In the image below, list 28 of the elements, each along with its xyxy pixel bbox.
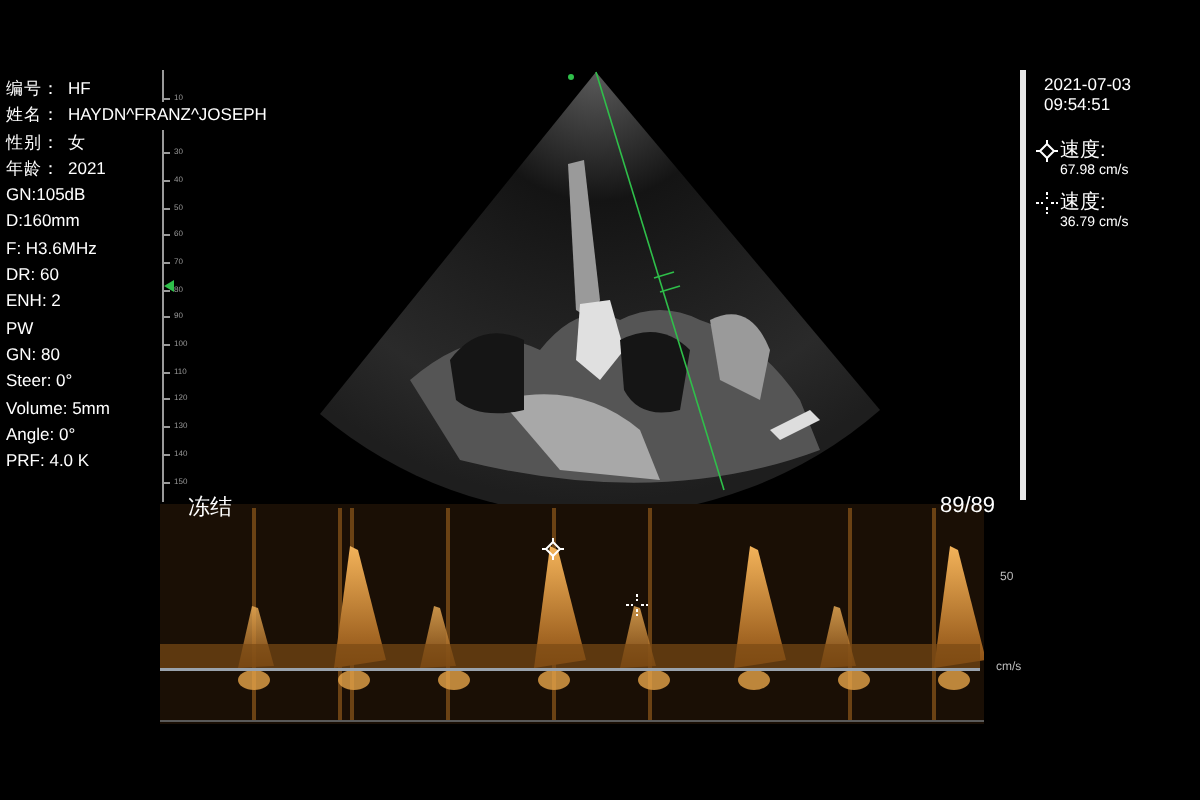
time-text: 09:54:51 — [1042, 94, 1113, 114]
scan-parameter: Steer: 0° — [6, 368, 73, 395]
measurement-label: 速度: — [1060, 192, 1106, 214]
frame-counter: 89/89 — [940, 494, 996, 518]
scan-parameter: PW — [6, 315, 34, 342]
field-label: 编号： — [6, 76, 60, 102]
date-text: 2021-07-03 — [1042, 74, 1131, 94]
measurement-label: 速度: — [1060, 140, 1106, 162]
field-label: 姓名： — [6, 102, 60, 129]
scan-parameter: D:160mm — [6, 208, 80, 235]
field-value: HAYDN^FRANZ^JOSEPH — [68, 102, 267, 130]
freeze-status-label: 冻结 — [188, 496, 232, 520]
cross-caliper-icon — [626, 594, 648, 616]
scan-parameter: GN: 80 — [6, 341, 60, 368]
scan-parameter: GN:105dB — [6, 182, 86, 209]
field-label: 年龄： — [6, 155, 60, 182]
scan-parameter: PRF: 4.0 K — [6, 448, 90, 475]
cross-caliper-icon — [1036, 192, 1058, 214]
field-label: 性别： — [6, 129, 60, 156]
scan-parameter: ENH: 2 — [6, 288, 61, 315]
field-value: 女 — [68, 129, 86, 156]
scan-parameter: Angle: 0° — [6, 421, 76, 448]
diamond-caliper-icon — [542, 538, 564, 560]
diamond-caliper-icon — [1036, 140, 1058, 162]
focus-marker-icon — [164, 280, 174, 292]
scan-parameter: F: H3.6MHz — [6, 235, 97, 262]
scan-parameter: Volume: 5mm — [6, 395, 110, 422]
scan-parameter: DR: 60 — [6, 262, 59, 289]
